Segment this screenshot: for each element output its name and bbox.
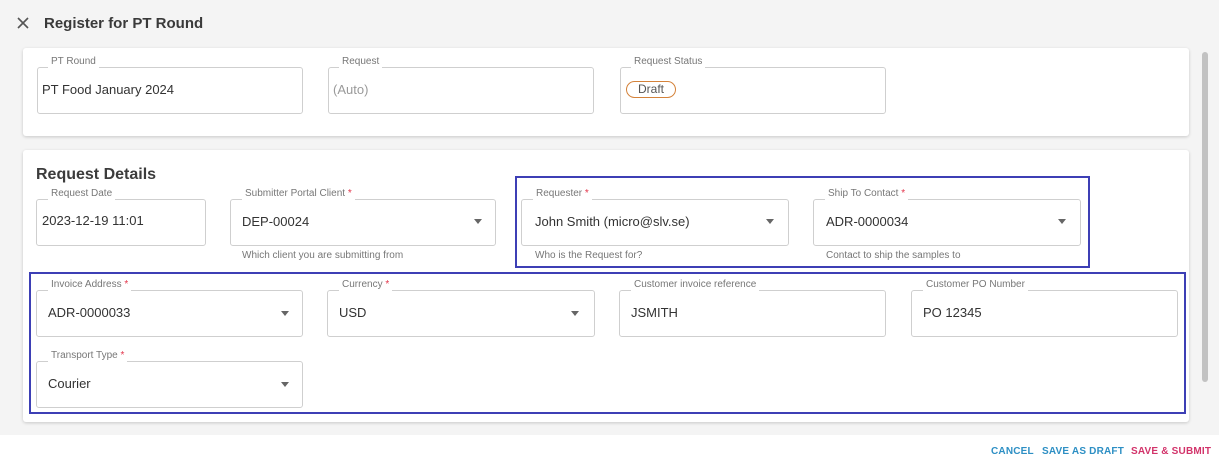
- status-badge: Draft: [626, 81, 676, 98]
- requester-value: John Smith (micro@slv.se): [535, 214, 690, 229]
- transport-type-value: Courier: [48, 376, 91, 391]
- currency-label: Currency *: [339, 279, 393, 291]
- request-status-label: Request Status: [631, 56, 706, 68]
- transport-type-label: Transport Type *: [48, 350, 128, 362]
- section-title: Request Details: [36, 166, 157, 183]
- ship-to-contact-value: ADR-0000034: [826, 214, 909, 229]
- dialog-titlebar: Register for PT Round: [0, 0, 1219, 48]
- customer-invoice-reference-value: JSMITH: [631, 305, 678, 320]
- pt-round-label: PT Round: [48, 56, 99, 68]
- close-icon[interactable]: [14, 14, 32, 32]
- chevron-down-icon[interactable]: [281, 382, 289, 387]
- customer-po-number-value: PO 12345: [923, 305, 982, 320]
- request-date-value: 2023-12-19 11:01: [42, 213, 144, 228]
- submitter-portal-client-helper: Which client you are submitting from: [242, 250, 404, 261]
- customer-invoice-reference-label: Customer invoice reference: [631, 279, 760, 291]
- request-placeholder: (Auto): [333, 82, 369, 97]
- chevron-down-icon[interactable]: [1058, 219, 1066, 224]
- chevron-down-icon[interactable]: [474, 219, 482, 224]
- dialog-title: Register for PT Round: [44, 15, 204, 32]
- save-as-draft-button[interactable]: SAVE AS DRAFT: [1042, 446, 1124, 457]
- currency-value: USD: [339, 305, 367, 320]
- submitter-portal-client-value: DEP-00024: [242, 214, 310, 229]
- requester-helper: Who is the Request for?: [535, 250, 643, 261]
- ship-to-contact-label: Ship To Contact *: [825, 188, 909, 200]
- request-date-label: Request Date: [48, 188, 116, 200]
- customer-po-number-label: Customer PO Number: [923, 279, 1028, 291]
- save-submit-button[interactable]: SAVE & SUBMIT: [1131, 446, 1211, 457]
- pt-round-value: PT Food January 2024: [42, 82, 175, 97]
- cancel-button[interactable]: CANCEL: [991, 446, 1034, 457]
- request-label: Request: [339, 56, 383, 68]
- submitter-portal-client-label: Submitter Portal Client *: [242, 188, 355, 200]
- currency-select[interactable]: [327, 290, 595, 337]
- ship-to-contact-helper: Contact to ship the samples to: [826, 250, 961, 261]
- scrollbar-thumb[interactable]: [1202, 52, 1208, 382]
- chevron-down-icon[interactable]: [766, 219, 774, 224]
- chevron-down-icon[interactable]: [571, 311, 579, 316]
- requester-label: Requester *: [533, 188, 592, 200]
- chevron-down-icon[interactable]: [281, 311, 289, 316]
- invoice-address-label: Invoice Address *: [48, 279, 132, 291]
- invoice-address-value: ADR-0000033: [48, 305, 131, 320]
